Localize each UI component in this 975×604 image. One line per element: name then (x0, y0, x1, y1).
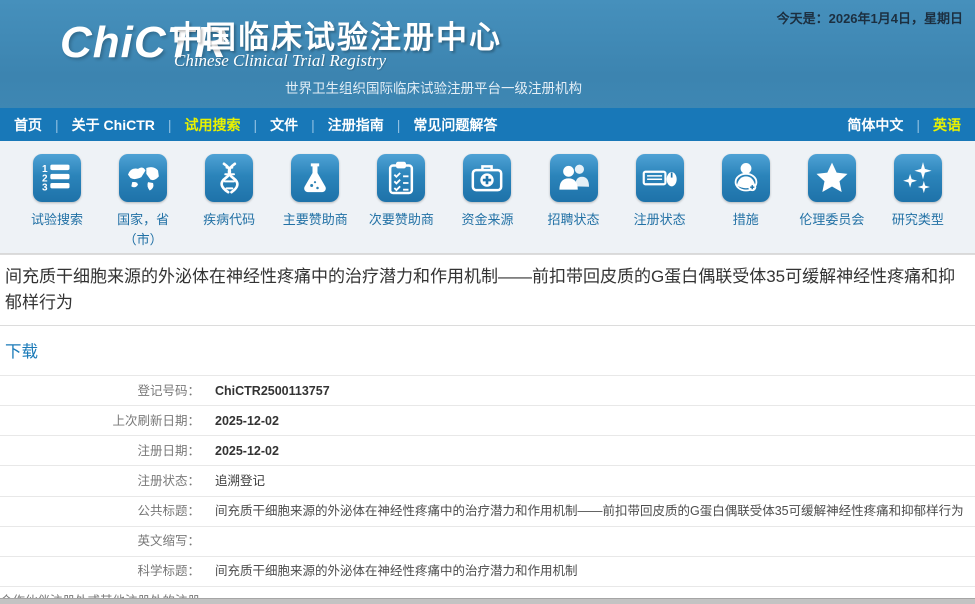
nav-item-registration-guide[interactable]: 注册指南 (328, 115, 414, 135)
site-header: ChiCTR 中国临床试验注册中心 Chinese Clinical Trial… (0, 0, 975, 108)
site-title-english: Chinese Clinical Trial Registry (174, 51, 386, 71)
toolbar-item-trial-search[interactable]: 123 试验搜索 (16, 154, 98, 253)
row-label: 公共标题： (0, 497, 200, 526)
toolbar-item-country-province[interactable]: 国家，省（市） (102, 154, 184, 253)
row-value: 间充质干细胞来源的外泌体在神经性疼痛中的治疗潜力和作用机制 (200, 557, 975, 586)
row-value: 间充质干细胞来源的外泌体在神经性疼痛中的治疗潜力和作用机制——前扣带回皮质的G蛋… (200, 497, 975, 526)
toolbar-label: 研究类型 (892, 210, 944, 230)
row-label: 上次刷新日期： (0, 406, 200, 435)
nav-item-faq[interactable]: 常见问题解答 (413, 115, 497, 135)
toolbar-label: 注册状态 (634, 210, 686, 230)
chictr-page: ChiCTR 中国临床试验注册中心 Chinese Clinical Trial… (0, 0, 975, 604)
toolbar-label: 招聘状态 (548, 210, 600, 230)
toolbar-label: 疾病代码 (203, 210, 255, 230)
download-link[interactable]: 下载 (5, 343, 38, 361)
row-label: 英文缩写： (0, 527, 200, 556)
trial-detail-table: 登记号码： ChiCTR2500113757 上次刷新日期： 2025-12-0… (0, 375, 975, 604)
row-label: 科学标题： (0, 557, 200, 586)
nav-item-documents[interactable]: 文件 (270, 115, 328, 135)
sparkles-icon (894, 154, 942, 202)
toolbar-label: 国家，省（市） (114, 210, 172, 250)
star-icon (808, 154, 856, 202)
row-value: 追溯登记 (200, 466, 975, 495)
doctor-icon (722, 154, 770, 202)
toolbar-item-registration-status[interactable]: 注册状态 (619, 154, 701, 253)
row-value: 2025-12-02 (200, 436, 975, 465)
lang-simplified-chinese[interactable]: 简体中文 (847, 115, 933, 135)
toolbar-label: 主要赞助商 (283, 210, 348, 230)
flask-icon (291, 154, 339, 202)
row-label: 登记号码： (0, 376, 200, 405)
table-row-scientific-title: 科学标题： 间充质干细胞来源的外泌体在神经性疼痛中的治疗潜力和作用机制 (0, 556, 975, 586)
first-aid-kit-icon (463, 154, 511, 202)
table-row-registration-date: 注册日期： 2025-12-02 (0, 435, 975, 465)
toolbar-item-primary-sponsor[interactable]: 主要赞助商 (274, 154, 356, 253)
toolbar-label: 措施 (733, 210, 759, 230)
toolbar-label: 试验搜索 (31, 210, 83, 230)
row-value (200, 527, 975, 556)
toolbar-item-measures[interactable]: 措施 (705, 154, 787, 253)
people-icon (550, 154, 598, 202)
table-row-registration-status: 注册状态： 追溯登记 (0, 465, 975, 495)
numbered-list-icon: 123 (33, 154, 81, 202)
clipboard-checklist-icon (377, 154, 425, 202)
nav-item-trial-search[interactable]: 试用搜索 (185, 115, 271, 135)
nav-links: 首页 关于 ChiCTR 试用搜索 文件 注册指南 常见问题解答 (14, 115, 497, 135)
toolbar-item-recruitment-status[interactable]: 招聘状态 (533, 154, 615, 253)
language-switcher: 简体中文 英语 (847, 115, 961, 135)
table-row-public-title: 公共标题： 间充质干细胞来源的外泌体在神经性疼痛中的治疗潜力和作用机制——前扣带… (0, 496, 975, 526)
row-label: 注册日期： (0, 436, 200, 465)
search-filter-toolbar: 123 试验搜索 国家，省（市） 疾病代码 主要赞助商 (0, 141, 975, 254)
keyboard-mouse-icon (636, 154, 684, 202)
toolbar-label: 资金来源 (461, 210, 513, 230)
current-date: 今天是：2026年1月4日，星期日 (777, 8, 963, 27)
toolbar-item-study-type[interactable]: 研究类型 (877, 154, 959, 253)
download-bar: 下载 (0, 326, 975, 375)
bottom-divider (0, 598, 975, 604)
trial-title: 间充质干细胞来源的外泌体在神经性疼痛中的治疗潜力和作用机制——前扣带回皮质的G蛋… (0, 254, 975, 326)
nav-item-home[interactable]: 首页 (14, 115, 72, 135)
dna-icon (205, 154, 253, 202)
toolbar-item-ethics-committee[interactable]: 伦理委员会 (791, 154, 873, 253)
toolbar-label: 伦理委员会 (799, 210, 864, 230)
svg-text:3: 3 (42, 183, 48, 194)
lang-english[interactable]: 英语 (933, 115, 961, 135)
world-map-icon (119, 154, 167, 202)
toolbar-label: 次要赞助商 (369, 210, 434, 230)
row-value: ChiCTR2500113757 (200, 376, 975, 405)
table-row-last-refreshed: 上次刷新日期： 2025-12-02 (0, 405, 975, 435)
table-row-registration-number: 登记号码： ChiCTR2500113757 (0, 375, 975, 405)
toolbar-item-disease-code[interactable]: 疾病代码 (188, 154, 270, 253)
toolbar-item-secondary-sponsor[interactable]: 次要赞助商 (360, 154, 442, 253)
row-label: 注册状态： (0, 466, 200, 495)
site-subtitle: 世界卫生组织国际临床试验注册平台一级注册机构 (285, 77, 582, 97)
nav-item-about-chictr[interactable]: 关于 ChiCTR (72, 115, 185, 135)
toolbar-item-funding-source[interactable]: 资金来源 (446, 154, 528, 253)
row-value: 2025-12-02 (200, 406, 975, 435)
main-nav: 首页 关于 ChiCTR 试用搜索 文件 注册指南 常见问题解答 简体中文 英语 (0, 108, 975, 141)
table-row-english-acronym: 英文缩写： (0, 526, 975, 556)
